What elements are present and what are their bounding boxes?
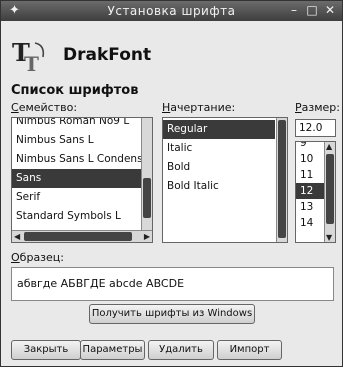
style-list-item[interactable]: Bold Italic bbox=[163, 177, 275, 196]
get-windows-fonts-button[interactable]: Получить шрифты из Windows bbox=[89, 304, 255, 324]
app-header: T T DrakFont bbox=[11, 33, 331, 83]
size-vertical-scrollbar[interactable]: ▲ ▼ bbox=[324, 142, 335, 242]
minimize-icon[interactable]: – bbox=[288, 3, 300, 17]
font-install-window: ✦ Установка шрифта – □ ✕ T T DrakFont Сп… bbox=[0, 0, 343, 367]
scroll-left-icon[interactable]: ◀ bbox=[14, 232, 20, 241]
style-label: Начертание: bbox=[162, 101, 236, 114]
preview-text-box: абвгде АБВГДЕ abcde ABCDE bbox=[11, 267, 334, 301]
size-list-item[interactable]: 9 bbox=[296, 142, 324, 151]
family-horizontal-scrollbar[interactable]: ◀ ▶ bbox=[12, 230, 152, 242]
svg-text:T: T bbox=[24, 52, 39, 75]
size-list-item[interactable]: 10 bbox=[296, 151, 324, 167]
size-list-item[interactable]: 12 bbox=[296, 183, 324, 199]
family-list-item[interactable]: Nimbus Sans L bbox=[12, 131, 142, 150]
maximize-icon[interactable]: □ bbox=[306, 3, 318, 17]
size-list-item[interactable]: 13 bbox=[296, 199, 324, 215]
scroll-up-icon[interactable]: ▲ bbox=[326, 142, 332, 151]
family-listbox[interactable]: Nimbus Roman No9 L Nimbus Sans L Nimbus Sa… bbox=[11, 117, 153, 243]
import-button[interactable]: Импорт bbox=[217, 340, 282, 360]
size-listbox[interactable]: 9 10 11 12 13 14 ▲ ▼ bbox=[295, 141, 336, 243]
style-list-item[interactable]: Bold bbox=[163, 158, 275, 177]
family-vertical-scroll-thumb[interactable] bbox=[143, 178, 151, 218]
preview-label: Образец: bbox=[11, 251, 64, 264]
family-label: Семейство: bbox=[11, 101, 78, 114]
family-list-item[interactable]: Standard Symbols L bbox=[12, 207, 142, 226]
style-list-item[interactable]: Regular bbox=[163, 120, 275, 139]
window-controls: – □ ✕ bbox=[288, 3, 336, 17]
options-button[interactable]: Параметры bbox=[80, 340, 145, 360]
size-list-item[interactable]: 14 bbox=[296, 215, 324, 231]
family-horizontal-scroll-thumb[interactable] bbox=[24, 232, 132, 241]
style-vertical-scroll-thumb[interactable] bbox=[278, 120, 286, 238]
style-listbox[interactable]: Regular Italic Bold Bold Italic bbox=[162, 117, 288, 243]
scroll-right-icon[interactable]: ▶ bbox=[144, 232, 150, 241]
scroll-down-icon[interactable]: ▼ bbox=[326, 233, 332, 242]
family-vertical-scrollbar[interactable] bbox=[141, 118, 152, 230]
title-bar: ✦ Установка шрифта – □ ✕ bbox=[1, 1, 342, 21]
size-list-item[interactable]: 11 bbox=[296, 167, 324, 183]
size-input[interactable]: 12.0 bbox=[295, 119, 336, 137]
family-list-item[interactable]: Sans bbox=[12, 169, 142, 188]
close-button[interactable]: Закрыть bbox=[11, 340, 81, 360]
family-list-item[interactable]: Nimbus Sans L Condensed bbox=[12, 150, 152, 169]
font-list-title: Список шрифтов bbox=[11, 83, 139, 98]
style-vertical-scrollbar[interactable] bbox=[276, 118, 287, 242]
style-list-item[interactable]: Italic bbox=[163, 139, 275, 158]
size-vertical-scroll-thumb[interactable] bbox=[326, 154, 334, 224]
remove-button[interactable]: Удалить bbox=[148, 340, 214, 360]
close-icon[interactable]: ✕ bbox=[324, 3, 336, 17]
family-list-item[interactable]: Serif bbox=[12, 188, 142, 207]
size-label: Размер: bbox=[295, 101, 340, 114]
font-tt-icon: T T bbox=[12, 38, 45, 75]
family-list-item[interactable]: Nimbus Roman No9 L bbox=[12, 118, 142, 131]
app-name: DrakFont bbox=[63, 45, 152, 65]
